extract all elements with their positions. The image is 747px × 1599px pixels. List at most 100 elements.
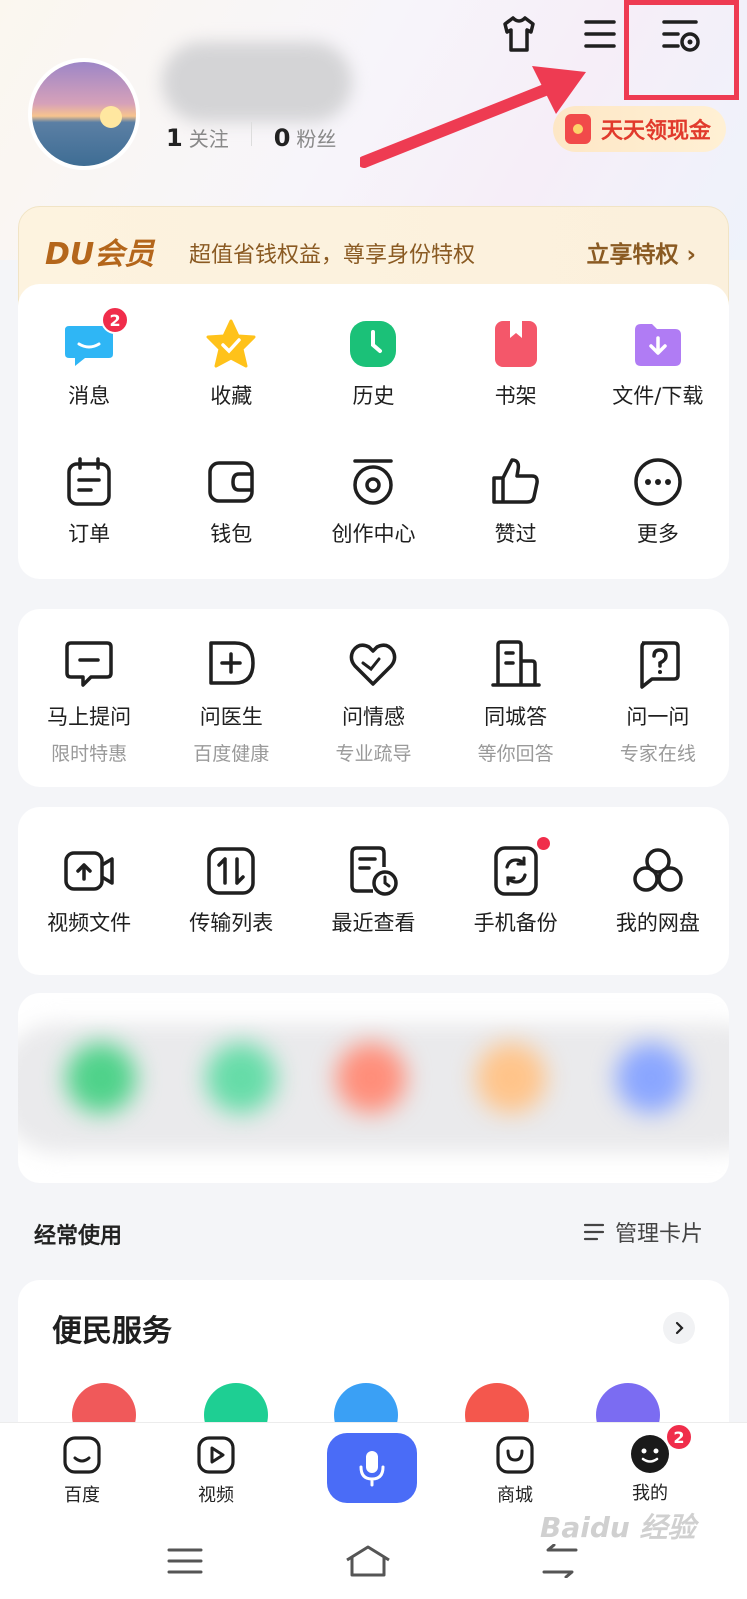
- wallet-icon: [205, 456, 257, 508]
- grid-item-ask-emotion[interactable]: 问情感 专业疏导: [302, 639, 444, 766]
- grid-label: 我的网盘: [615, 911, 700, 935]
- tab-home[interactable]: 百度: [42, 1435, 122, 1507]
- grid-item-wallet[interactable]: 钱包: [160, 456, 302, 548]
- blurred-item: [616, 1043, 686, 1113]
- manage-cards-button[interactable]: 管理卡片: [583, 1216, 703, 1248]
- services-title: 便民服务: [52, 1314, 172, 1349]
- creation-icon: [347, 456, 399, 508]
- star-icon: [205, 318, 257, 370]
- recent-apps-icon[interactable]: [165, 1544, 205, 1578]
- grid-item-transfer-list[interactable]: 传输列表: [160, 845, 302, 937]
- grid-item-files[interactable]: 文件/下载: [587, 318, 729, 410]
- netdisk-icon: [632, 845, 684, 897]
- daily-cash-button[interactable]: 天天领现金: [553, 106, 726, 152]
- blurred-username[interactable]: [162, 42, 352, 122]
- grid-item-local-answers[interactable]: 同城答 等你回答: [445, 639, 587, 766]
- list-icon: [583, 1223, 605, 1241]
- main-grid-row-2: 订单 钱包 创作中心 赞过 更多: [18, 456, 729, 548]
- ask-services-card: 马上提问 限时特惠 问医生 百度健康 问情感 专业疏导 同城答 等你回答 问一问…: [18, 609, 729, 787]
- follow-label[interactable]: 关注: [189, 123, 229, 152]
- question-icon: [632, 639, 684, 691]
- grid-item-messages[interactable]: 2 消息: [18, 306, 160, 410]
- frequent-title: 经常使用: [34, 1224, 123, 1249]
- main-menu-card: 2 消息 收藏 历史 书架 文件/下载 订单 钱包 创作中心 赞过 更多: [18, 284, 729, 579]
- tab-label: 商城: [497, 1485, 533, 1506]
- grid-item-bookshelf[interactable]: 书架: [445, 318, 587, 410]
- video-upload-icon: [63, 845, 115, 897]
- blurred-item: [476, 1043, 546, 1113]
- grid-label: 书架: [494, 384, 537, 408]
- grid-label: 钱包: [210, 522, 253, 546]
- skin-icon[interactable]: [497, 12, 541, 56]
- back-nav-icon[interactable]: [540, 1544, 580, 1578]
- baidu-home-icon: [63, 1436, 101, 1474]
- shopping-bag-icon: [496, 1436, 534, 1474]
- folder-download-icon: [632, 318, 684, 370]
- grid-item-video-files[interactable]: 视频文件: [18, 845, 160, 937]
- grid-label: 问一问: [626, 705, 690, 729]
- avatar-sun: [100, 106, 122, 128]
- vip-link[interactable]: 立享特权 ›: [587, 235, 697, 269]
- avatar[interactable]: [28, 58, 140, 170]
- building-icon: [490, 639, 542, 691]
- grid-label: 文件/下载: [612, 384, 704, 408]
- voice-search-button[interactable]: [327, 1433, 417, 1503]
- grid-label: 历史: [352, 384, 395, 408]
- netdisk-grid: 视频文件 传输列表 最近查看 手机备份 我的网盘: [18, 837, 729, 937]
- tab-label: 百度: [64, 1485, 100, 1506]
- grid-item-recent[interactable]: 最近查看: [302, 845, 444, 937]
- grid-sublabel: 限时特惠: [51, 743, 128, 765]
- fans-label[interactable]: 粉丝: [296, 123, 336, 152]
- grid-label: 创作中心: [331, 522, 416, 546]
- netdisk-card: 视频文件 传输列表 最近查看 手机备份 我的网盘: [18, 807, 729, 975]
- microphone-icon: [359, 1451, 385, 1487]
- video-icon: [197, 1436, 235, 1474]
- blurred-item: [336, 1043, 406, 1113]
- menu-icon[interactable]: [580, 12, 624, 56]
- grid-item-phone-backup[interactable]: 手机备份: [445, 837, 587, 937]
- highlight-box: [624, 0, 739, 100]
- main-grid-row-1: 2 消息 收藏 历史 书架 文件/下载: [18, 306, 729, 410]
- home-nav-icon[interactable]: [344, 1544, 392, 1578]
- vip-description: 超值省钱权益，尊享身份特权: [189, 243, 476, 268]
- mine-badge: 2: [665, 1423, 693, 1451]
- red-envelope-icon: [565, 114, 591, 144]
- fans-count[interactable]: 0: [274, 124, 291, 152]
- thumbs-up-icon: [490, 456, 542, 508]
- blurred-item: [66, 1043, 136, 1113]
- grid-item-creation[interactable]: 创作中心: [302, 456, 444, 548]
- grid-item-more[interactable]: 更多: [587, 456, 729, 548]
- tab-video[interactable]: 视频: [176, 1435, 256, 1507]
- grid-label: 传输列表: [189, 911, 274, 935]
- grid-sublabel: 专业疏导: [335, 743, 412, 765]
- more-icon: [632, 456, 684, 508]
- profile-stats: 1 关注 0 粉丝: [166, 122, 336, 152]
- grid-item-ask-now[interactable]: 马上提问 限时特惠: [18, 639, 160, 766]
- grid-label: 视频文件: [47, 911, 132, 935]
- grid-item-ask-expert[interactable]: 问一问 专家在线: [587, 639, 729, 766]
- services-chevron-icon[interactable]: [663, 1312, 695, 1344]
- grid-item-ask-doctor[interactable]: 问医生 百度健康: [160, 639, 302, 766]
- grid-label: 最近查看: [331, 911, 416, 935]
- blurred-recommend-card[interactable]: [18, 993, 729, 1183]
- medical-icon: [205, 639, 257, 691]
- tab-label: 我的: [632, 1483, 668, 1504]
- tab-mall[interactable]: 商城: [475, 1435, 555, 1507]
- tab-mine[interactable]: 2 我的: [610, 1423, 693, 1505]
- ask-grid: 马上提问 限时特惠 问医生 百度健康 问情感 专业疏导 同城答 等你回答 问一问…: [18, 639, 729, 766]
- phone-backup-icon: [490, 837, 550, 897]
- grid-item-favorites[interactable]: 收藏: [160, 318, 302, 410]
- grid-sublabel: 专家在线: [619, 743, 696, 765]
- grid-item-liked[interactable]: 赞过: [445, 456, 587, 548]
- recent-file-icon: [347, 845, 399, 897]
- grid-label: 赞过: [494, 522, 537, 546]
- follow-count[interactable]: 1: [166, 124, 183, 152]
- grid-item-history[interactable]: 历史: [302, 318, 444, 410]
- grid-item-my-netdisk[interactable]: 我的网盘: [587, 845, 729, 937]
- stats-divider: [250, 122, 252, 146]
- backup-dot: [536, 837, 550, 850]
- grid-sublabel: 百度健康: [193, 743, 270, 765]
- grid-label: 手机备份: [473, 911, 558, 935]
- grid-label: 同城答: [484, 705, 548, 729]
- grid-item-orders[interactable]: 订单: [18, 456, 160, 548]
